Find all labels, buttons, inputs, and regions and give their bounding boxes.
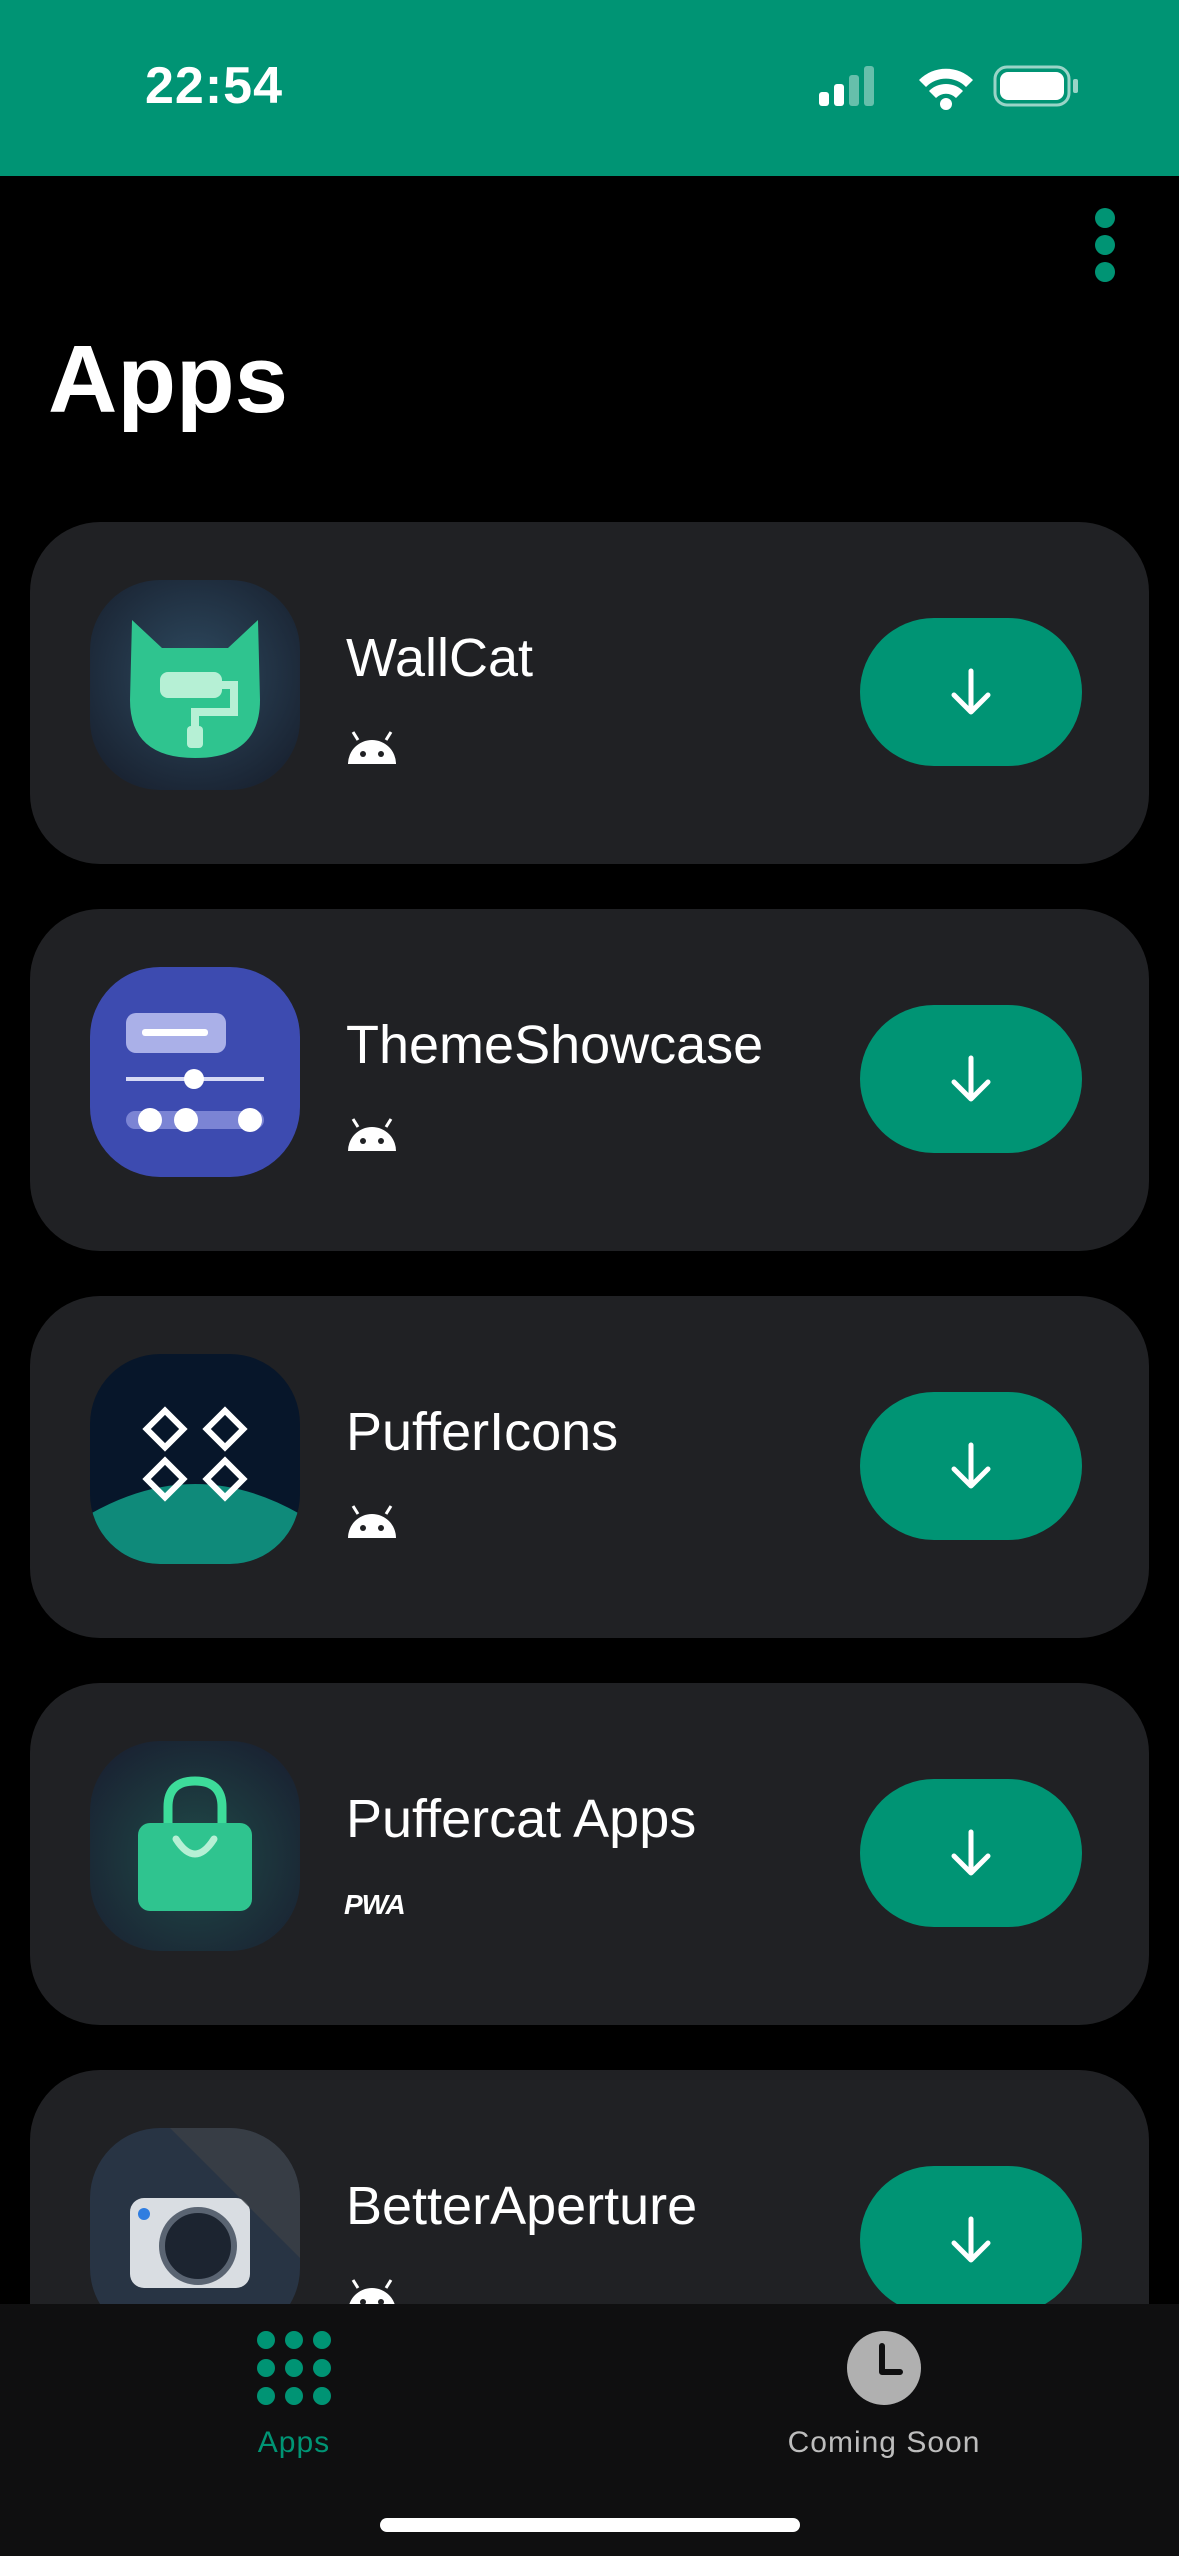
app-list[interactable]: WallCat ThemeShowcase PufferIcons Puffer… xyxy=(30,522,1149,2304)
more-menu-button[interactable] xyxy=(1080,200,1130,290)
app-name: BetterAperture xyxy=(346,2176,698,2236)
clock-icon xyxy=(847,2331,921,2405)
status-icons xyxy=(819,62,1079,112)
battery-icon xyxy=(993,65,1078,107)
signal-wifi-battery-icons xyxy=(819,65,1078,110)
app-card[interactable]: Puffercat Apps PWA xyxy=(30,1683,1149,2025)
download-arrow-icon xyxy=(951,2216,991,2263)
signal-icon xyxy=(819,66,874,106)
download-arrow-icon xyxy=(951,1829,991,1876)
tab-coming-soon[interactable]: Coming Soon xyxy=(734,2318,1034,2468)
download-arrow-icon xyxy=(951,668,991,715)
download-button[interactable] xyxy=(860,1392,1082,1540)
app-card[interactable]: BetterAperture xyxy=(30,2070,1149,2304)
themeshowcase-app-icon xyxy=(90,967,300,1177)
more-vertical-icon xyxy=(1095,208,1115,228)
pwa-badge: PWA xyxy=(344,1889,406,1920)
grid-dots-icon xyxy=(257,2331,331,2405)
app-name: WallCat xyxy=(346,628,534,688)
wallcat-app-icon xyxy=(90,580,300,790)
status-bar: 22:54 xyxy=(0,0,1179,176)
home-indicator xyxy=(380,2518,800,2532)
more-dot xyxy=(1095,235,1115,255)
tab-apps[interactable]: Apps xyxy=(144,2318,444,2468)
puffericons-app-icon xyxy=(90,1354,300,1564)
download-button[interactable] xyxy=(860,618,1082,766)
wifi-icon xyxy=(919,68,973,110)
status-time: 22:54 xyxy=(145,57,283,115)
app-card[interactable]: PufferIcons xyxy=(30,1296,1149,1638)
download-button[interactable] xyxy=(860,1005,1082,1153)
download-arrow-icon xyxy=(951,1055,991,1102)
android-icon xyxy=(349,2279,395,2304)
app-name: ThemeShowcase xyxy=(346,1015,764,1075)
android-icon xyxy=(348,731,396,764)
download-button[interactable] xyxy=(860,2166,1082,2304)
tab-label: Coming Soon xyxy=(787,2426,981,2459)
app-card[interactable]: WallCat xyxy=(30,522,1149,864)
app-card[interactable]: ThemeShowcase xyxy=(30,909,1149,1251)
more-dot xyxy=(1095,262,1115,282)
betteraperture-app-icon xyxy=(90,2128,300,2304)
app-name: Puffercat Apps xyxy=(346,1789,697,1849)
tab-label: Apps xyxy=(257,2426,331,2459)
puffercat-apps-app-icon xyxy=(90,1741,300,1951)
download-button[interactable] xyxy=(860,1779,1082,1927)
android-icon xyxy=(348,1505,396,1538)
android-icon xyxy=(348,1118,396,1151)
download-arrow-icon xyxy=(951,1442,991,1489)
app-name: PufferIcons xyxy=(346,1402,619,1462)
page-title: Apps xyxy=(48,326,288,433)
